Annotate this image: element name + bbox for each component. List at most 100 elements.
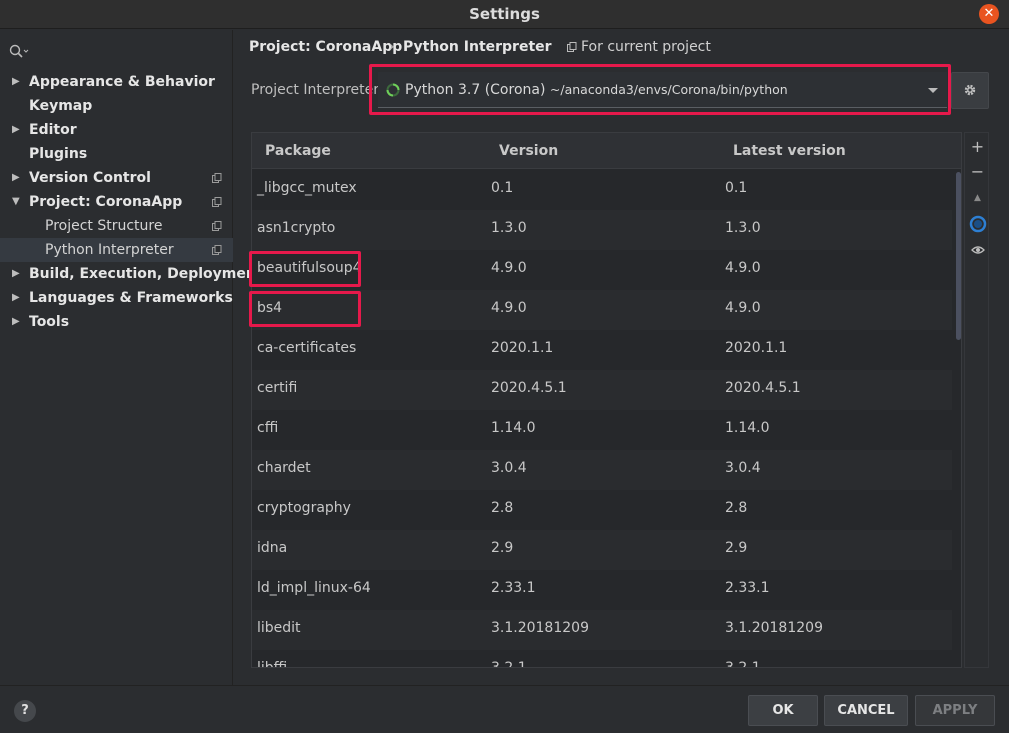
chevron-down-icon[interactable]: ▼: [12, 190, 20, 214]
package-toolbar: + − ▲: [964, 132, 989, 668]
table-row[interactable]: _libgcc_mutex 0.1 0.1: [252, 170, 952, 210]
table-row[interactable]: ca-certificates 2020.1.1 2020.1.1: [252, 330, 952, 370]
dialog-footer: ? OK CANCEL APPLY: [0, 685, 1009, 733]
table-row[interactable]: chardet 3.0.4 3.0.4: [252, 450, 952, 490]
interpreter-value: Python 3.7 (Corona) ~/anaconda3/envs/Cor…: [405, 82, 788, 98]
sidebar-item-build-execution-deployment[interactable]: ▶ Build, Execution, Deployment: [0, 262, 263, 286]
settings-sidebar: ▶ Appearance & Behavior Keymap ▶ Editor Plugi…: [0, 30, 263, 685]
search-icon[interactable]: [9, 44, 29, 60]
chevron-right-icon[interactable]: ▶: [12, 118, 20, 142]
package-latest-version: 3.0.4: [725, 460, 761, 476]
package-name: _libgcc_mutex: [257, 180, 357, 196]
ok-button[interactable]: OK: [748, 695, 818, 726]
gear-icon: [964, 84, 976, 96]
package-latest-version: 2.8: [725, 500, 748, 516]
interpreter-path: ~/anaconda3/envs/Corona/bin/python: [549, 82, 788, 97]
package-latest-version: 2.9: [725, 540, 748, 556]
table-scrollbar[interactable]: [956, 172, 961, 340]
column-header-version[interactable]: Version: [499, 143, 558, 159]
sidebar-item-label: Editor: [29, 122, 77, 138]
package-name: cffi: [257, 420, 279, 436]
sidebar-item-project-structure[interactable]: Project Structure: [0, 214, 233, 238]
table-row[interactable]: certifi 2020.4.5.1 2020.4.5.1: [252, 370, 952, 410]
package-latest-version: 2.33.1: [725, 580, 770, 596]
sidebar-item-label: Version Control: [29, 170, 151, 186]
package-latest-version: 2020.4.5.1: [725, 380, 801, 396]
chevron-right-icon[interactable]: ▶: [12, 70, 20, 94]
table-row[interactable]: libedit 3.1.20181209 3.1.20181209: [252, 610, 952, 650]
copy-icon: [212, 245, 222, 255]
sidebar-item-appearance-behavior[interactable]: ▶ Appearance & Behavior: [0, 70, 233, 94]
sidebar-item-label: Appearance & Behavior: [29, 74, 215, 90]
package-latest-version: 0.1: [725, 180, 748, 196]
package-name: chardet: [257, 460, 311, 476]
breadcrumb-project[interactable]: Project: CoronaApp: [249, 39, 402, 59]
sidebar-item-editor[interactable]: ▶ Editor: [0, 118, 233, 142]
chevron-right-icon[interactable]: ▶: [12, 262, 20, 286]
copy-icon: [212, 221, 222, 231]
package-version: 3.0.4: [491, 460, 527, 476]
package-name: libedit: [257, 620, 301, 636]
close-button[interactable]: ✕: [979, 4, 999, 24]
cancel-button[interactable]: CANCEL: [824, 695, 908, 726]
copy-icon: [567, 42, 577, 52]
interpreter-settings-button[interactable]: [951, 72, 989, 109]
chevron-down-icon[interactable]: [928, 88, 938, 93]
table-row[interactable]: cryptography 2.8 2.8: [252, 490, 952, 530]
minus-icon[interactable]: −: [965, 160, 990, 184]
package-version: 2020.1.1: [491, 340, 554, 356]
sidebar-item-project-coronaapp[interactable]: ▼ Project: CoronaApp: [0, 190, 233, 214]
help-button[interactable]: ?: [14, 700, 36, 722]
loading-spinner-icon: [386, 83, 400, 97]
package-version: 4.9.0: [491, 300, 527, 316]
scope-label: For current project: [581, 39, 711, 55]
package-name: idna: [257, 540, 288, 556]
copy-icon: [212, 173, 222, 183]
package-name: asn1crypto: [257, 220, 336, 236]
package-latest-version: 3.1.20181209: [725, 620, 823, 636]
sidebar-item-keymap[interactable]: Keymap: [0, 94, 233, 118]
table-row[interactable]: idna 2.9 2.9: [252, 530, 952, 570]
package-latest-version: 2020.1.1: [725, 340, 788, 356]
scope-indicator: For current project: [567, 39, 711, 55]
sidebar-item-languages-frameworks[interactable]: ▶ Languages & Frameworks: [0, 286, 233, 310]
column-header-package[interactable]: Package: [265, 143, 331, 159]
sidebar-item-label: Languages & Frameworks: [29, 290, 233, 306]
sidebar-item-label: Build, Execution, Deployment: [29, 266, 263, 282]
eye-icon[interactable]: [965, 238, 990, 262]
table-row[interactable]: cffi 1.14.0 1.14.0: [252, 410, 952, 450]
table-row[interactable]: bs4 4.9.0 4.9.0: [252, 290, 952, 330]
sidebar-item-label: Project Structure: [45, 218, 163, 234]
interpreter-dropdown[interactable]: Python 3.7 (Corona) ~/anaconda3/envs/Cor…: [378, 72, 947, 108]
breadcrumb-separator: ›: [389, 39, 395, 55]
loading-icon[interactable]: [965, 212, 990, 236]
sidebar-item-tools[interactable]: ▶ Tools: [0, 310, 233, 334]
chevron-right-icon[interactable]: ▶: [12, 310, 20, 334]
upgrade-icon[interactable]: ▲: [965, 186, 990, 210]
package-version: 4.9.0: [491, 260, 527, 276]
package-name: cryptography: [257, 500, 351, 516]
table-row[interactable]: libffi 3.2.1 3.2.1: [252, 650, 952, 668]
package-version: 1.14.0: [491, 420, 536, 436]
apply-button[interactable]: APPLY: [915, 695, 995, 726]
sidebar-item-plugins[interactable]: Plugins: [0, 142, 233, 166]
plus-icon[interactable]: +: [965, 135, 990, 159]
column-header-latest-version[interactable]: Latest version: [733, 143, 846, 159]
sidebar-item-label: Tools: [29, 314, 70, 330]
package-name: libffi: [257, 660, 288, 668]
chevron-right-icon[interactable]: ▶: [12, 286, 20, 310]
package-latest-version: 4.9.0: [725, 260, 761, 276]
sidebar-item-version-control[interactable]: ▶ Version Control: [0, 166, 233, 190]
table-row[interactable]: ld_impl_linux-64 2.33.1 2.33.1: [252, 570, 952, 610]
sidebar-item-label: Python Interpreter: [45, 242, 174, 258]
package-version: 2.9: [491, 540, 514, 556]
packages-table: Package Version Latest version _libgcc_m…: [251, 132, 962, 668]
chevron-right-icon[interactable]: ▶: [12, 166, 20, 190]
package-version: 2020.4.5.1: [491, 380, 567, 396]
package-name: ld_impl_linux-64: [257, 580, 371, 596]
sidebar-item-python-interpreter[interactable]: Python Interpreter: [0, 238, 233, 262]
window-title: Settings: [469, 5, 540, 23]
sidebar-item-label: Project: CoronaApp: [29, 194, 183, 210]
table-row[interactable]: asn1crypto 1.3.0 1.3.0: [252, 210, 952, 250]
table-row[interactable]: beautifulsoup4 4.9.0 4.9.0: [252, 250, 952, 290]
